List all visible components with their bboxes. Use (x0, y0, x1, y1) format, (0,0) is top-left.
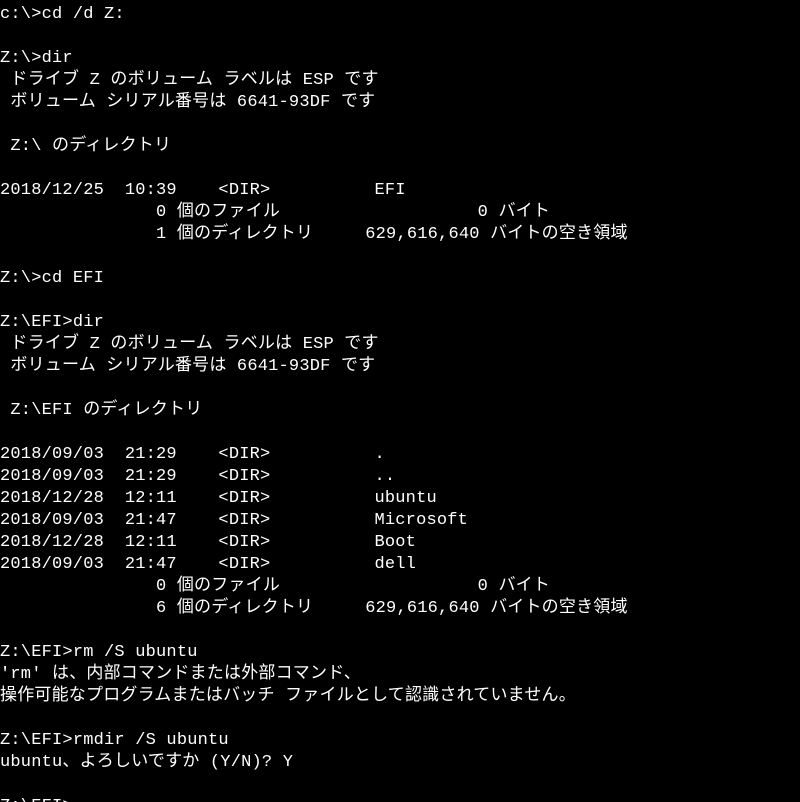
terminal-line: Z:\EFI のディレクトリ (0, 400, 800, 422)
terminal-line: 2018/09/03 21:29 <DIR> . (0, 444, 800, 466)
output-text: 2018/12/25 10:39 <DIR> EFI (0, 181, 406, 200)
prompt: Z:\EFI> (0, 797, 73, 802)
terminal-line: 6 個のディレクトリ 629,616,640 バイトの空き領域 (0, 598, 800, 620)
output-text: 2018/12/28 12:11 <DIR> Boot (0, 533, 416, 552)
terminal-line: 2018/12/28 12:11 <DIR> Boot (0, 532, 800, 554)
terminal-line: 2018/09/03 21:47 <DIR> dell (0, 554, 800, 576)
terminal-line: Z:\>dir (0, 48, 800, 70)
terminal-line: ドライブ Z のボリューム ラベルは ESP です (0, 70, 800, 92)
terminal-line: ubuntu、よろしいですか (Y/N)? Y (0, 752, 800, 774)
terminal-line: 操作可能なプログラムまたはバッチ ファイルとして認識されていません。 (0, 686, 800, 708)
output-text: ボリューム シリアル番号は 6641-93DF です (0, 93, 375, 112)
command-text: dir (73, 313, 104, 332)
output-text: ボリューム シリアル番号は 6641-93DF です (0, 357, 375, 376)
command-text: rmdir /S ubuntu (73, 731, 229, 750)
terminal-line: 2018/12/25 10:39 <DIR> EFI (0, 180, 800, 202)
output-text: 'rm' は、内部コマンドまたは外部コマンド、 (0, 665, 361, 684)
output-text: Z:\ のディレクトリ (0, 137, 171, 156)
terminal-line: 0 個のファイル 0 バイト (0, 576, 800, 598)
output-text: Z:\EFI のディレクトリ (0, 401, 202, 420)
output-text: ubuntu、よろしいですか (Y/N)? Y (0, 753, 293, 772)
terminal-line (0, 620, 800, 642)
terminal-line: Z:\>cd EFI (0, 268, 800, 290)
prompt: Z:\EFI> (0, 731, 73, 750)
output-text: 2018/09/03 21:47 <DIR> Microsoft (0, 511, 468, 530)
terminal-line: Z:\EFI>rm /S ubuntu (0, 642, 800, 664)
terminal-output[interactable]: c:\>cd /d Z:Z:\>dir ドライブ Z のボリューム ラベルは E… (0, 0, 800, 802)
terminal-line: Z:\EFI>rmdir /S ubuntu (0, 730, 800, 752)
terminal-line (0, 114, 800, 136)
terminal-line: 0 個のファイル 0 バイト (0, 202, 800, 224)
output-text: 2018/09/03 21:29 <DIR> . (0, 445, 385, 464)
prompt: Z:\EFI> (0, 643, 73, 662)
terminal-line: ドライブ Z のボリューム ラベルは ESP です (0, 334, 800, 356)
prompt: c:\> (0, 5, 42, 24)
terminal-line: ボリューム シリアル番号は 6641-93DF です (0, 356, 800, 378)
output-text: 6 個のディレクトリ 629,616,640 バイトの空き領域 (0, 599, 628, 618)
terminal-line: 'rm' は、内部コマンドまたは外部コマンド、 (0, 664, 800, 686)
output-text: 0 個のファイル 0 バイト (0, 577, 550, 596)
terminal-line: 1 個のディレクトリ 629,616,640 バイトの空き領域 (0, 224, 800, 246)
prompt: Z:\> (0, 49, 42, 68)
terminal-line (0, 422, 800, 444)
output-text: ドライブ Z のボリューム ラベルは ESP です (0, 71, 379, 90)
output-text: 操作可能なプログラムまたはバッチ ファイルとして認識されていません。 (0, 687, 576, 706)
prompt: Z:\> (0, 269, 42, 288)
terminal-line (0, 378, 800, 400)
terminal-line: Z:\EFI> (0, 796, 800, 802)
terminal-line: Z:\ のディレクトリ (0, 136, 800, 158)
command-text: cd /d Z: (42, 5, 125, 24)
output-text: 1 個のディレクトリ 629,616,640 バイトの空き領域 (0, 225, 628, 244)
output-text: 2018/09/03 21:47 <DIR> dell (0, 555, 416, 574)
prompt: Z:\EFI> (0, 313, 73, 332)
terminal-line: Z:\EFI>dir (0, 312, 800, 334)
output-text: 2018/09/03 21:29 <DIR> .. (0, 467, 395, 486)
terminal-line: 2018/09/03 21:47 <DIR> Microsoft (0, 510, 800, 532)
terminal-line (0, 290, 800, 312)
terminal-line: c:\>cd /d Z: (0, 4, 800, 26)
terminal-line (0, 26, 800, 48)
output-text: 0 個のファイル 0 バイト (0, 203, 550, 222)
output-text: 2018/12/28 12:11 <DIR> ubuntu (0, 489, 437, 508)
command-text: rm /S ubuntu (73, 643, 198, 662)
terminal-line: 2018/12/28 12:11 <DIR> ubuntu (0, 488, 800, 510)
command-text: dir (42, 49, 73, 68)
terminal-line (0, 774, 800, 796)
output-text: ドライブ Z のボリューム ラベルは ESP です (0, 335, 379, 354)
terminal-line: ボリューム シリアル番号は 6641-93DF です (0, 92, 800, 114)
terminal-line (0, 158, 800, 180)
terminal-line (0, 708, 800, 730)
terminal-line: 2018/09/03 21:29 <DIR> .. (0, 466, 800, 488)
terminal-line (0, 246, 800, 268)
command-text: cd EFI (42, 269, 104, 288)
